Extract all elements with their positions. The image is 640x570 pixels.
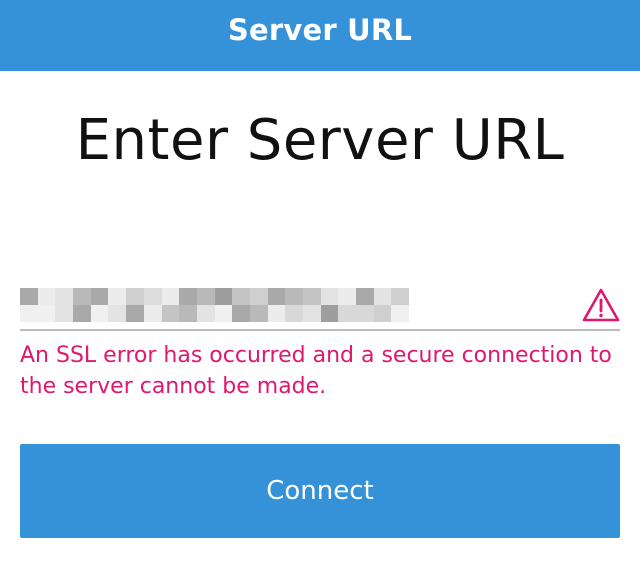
obscured-pixel <box>320 288 339 305</box>
obscured-pixel <box>73 305 91 322</box>
obscured-pixel <box>196 288 215 305</box>
obscured-pixel <box>249 305 268 322</box>
obscured-pixel <box>356 305 374 322</box>
obscured-pixel <box>108 288 127 305</box>
server-url-input[interactable] <box>20 286 620 331</box>
obscured-pixel <box>126 305 144 322</box>
obscured-pixel <box>338 288 357 305</box>
obscured-pixel <box>356 288 374 305</box>
obscured-pixel <box>232 288 250 305</box>
obscured-pixel <box>267 305 286 322</box>
obscured-pixel <box>126 288 144 305</box>
obscured-pixel <box>214 288 233 305</box>
obscured-pixel <box>108 305 127 322</box>
obscured-pixel <box>267 288 286 305</box>
obscured-pixel <box>338 305 357 322</box>
obscured-pixel <box>73 288 91 305</box>
obscured-pixel <box>373 288 392 305</box>
warning-triangle-icon <box>582 288 620 322</box>
obscured-pixel <box>90 288 109 305</box>
obscured-pixel <box>214 305 233 322</box>
obscured-pixel <box>391 305 410 322</box>
obscured-pixel <box>179 305 197 322</box>
obscured-pixel <box>179 288 197 305</box>
page-heading: Enter Server URL <box>75 108 565 173</box>
obscured-pixel <box>143 305 162 322</box>
obscured-pixel <box>90 305 109 322</box>
server-url-value-obscured <box>20 288 410 324</box>
obscured-pixel <box>161 305 180 322</box>
obscured-pixel <box>285 288 303 305</box>
obscured-pixel <box>37 288 56 305</box>
obscured-pixel <box>391 288 410 305</box>
obscured-pixel <box>20 305 38 322</box>
obscured-pixel <box>196 305 215 322</box>
obscured-pixel <box>232 305 250 322</box>
obscured-pixel <box>373 305 392 322</box>
obscured-pixel <box>143 288 162 305</box>
obscured-pixel <box>55 305 74 322</box>
obscured-pixel <box>161 288 180 305</box>
obscured-pixel <box>303 288 321 305</box>
title-bar-title: Server URL <box>227 12 413 47</box>
obscured-pixel <box>320 305 339 322</box>
obscured-pixel <box>20 288 38 305</box>
connect-button[interactable]: Connect <box>20 444 620 538</box>
obscured-pixel <box>37 305 56 322</box>
obscured-pixel <box>285 305 303 322</box>
ssl-error-message: An SSL error has occurred and a secure c… <box>20 343 612 399</box>
obscured-pixel <box>303 305 321 322</box>
title-bar: Server URL <box>0 0 640 71</box>
obscured-pixel <box>55 288 74 305</box>
obscured-pixel <box>249 288 268 305</box>
